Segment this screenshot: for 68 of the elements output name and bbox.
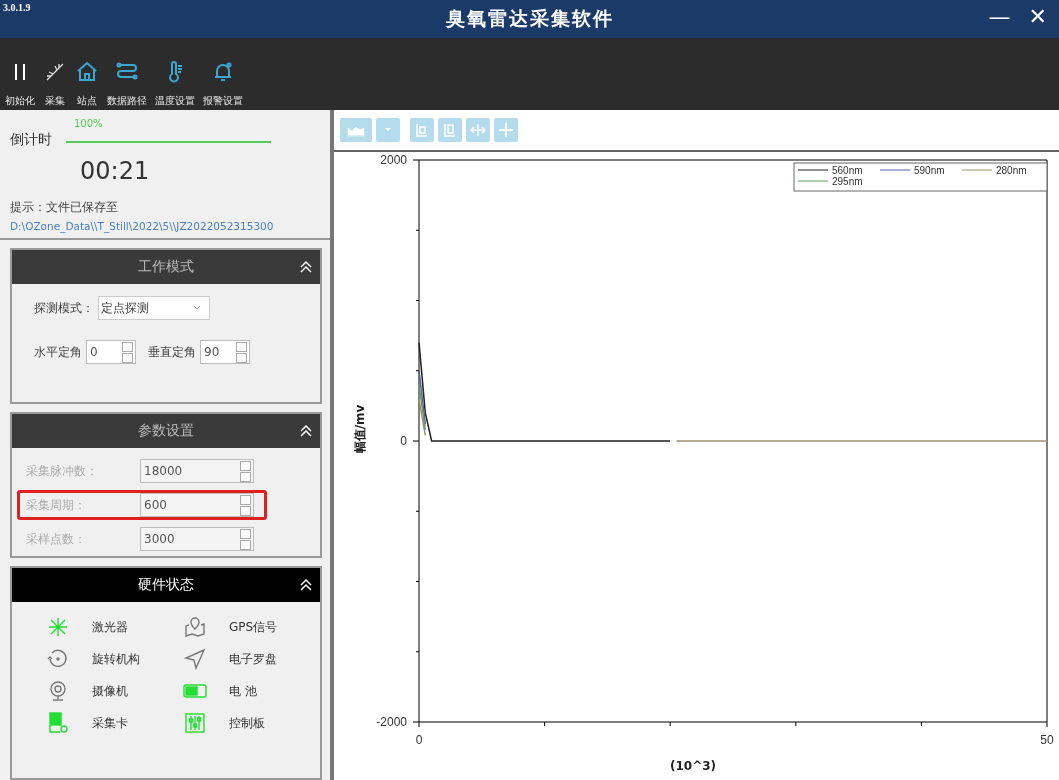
field-label: 探测模式：: [34, 299, 94, 317]
pan-icon: [470, 122, 486, 138]
countdown-time: 00:21: [79, 157, 151, 185]
legend-label: 295nm: [832, 176, 863, 187]
crosshair-icon: [498, 122, 514, 138]
file-path-link[interactable]: D:\OZone_Data\\T_Still\2022\5\\JZ2022052315300: [10, 220, 324, 232]
crosshair-button[interactable]: [494, 118, 518, 142]
hardware-label: 电 池: [229, 682, 257, 700]
number-field[interactable]: 0: [86, 340, 136, 364]
number-field[interactable]: 90: [200, 340, 250, 364]
section-header[interactable]: 参数设置: [12, 414, 320, 448]
collapse-icon[interactable]: [298, 259, 314, 275]
legend-item: 280nm: [961, 165, 1027, 176]
hardware-label: 旋转机构: [92, 650, 140, 668]
toolbar-button[interactable]: 温度设置: [152, 60, 198, 110]
spinner-icon[interactable]: [122, 341, 135, 363]
save-hint: 提示：文件已保存至: [10, 199, 119, 216]
zoom-box-icon: [442, 122, 458, 138]
section-header[interactable]: 工作模式: [12, 250, 320, 284]
field-label: 采样点数：: [26, 530, 87, 548]
hardware-label: 摄像机: [92, 682, 128, 700]
zoom-x-button[interactable]: [410, 118, 434, 142]
y-tick-label: 0: [400, 434, 407, 448]
minimize-button[interactable]: —: [982, 4, 1017, 29]
collapse-icon[interactable]: [298, 423, 314, 439]
toolbar-button[interactable]: 采集: [40, 60, 70, 110]
zoom-box-icon: [414, 122, 430, 138]
y-tick-label: 2000: [380, 153, 407, 167]
toolbar-button[interactable]: 报警设置: [200, 60, 246, 110]
legend-item: 590nm: [879, 165, 945, 176]
chart-type-button[interactable]: [340, 118, 372, 142]
hardware-label: GPS信号: [229, 618, 278, 636]
home-icon: [75, 60, 99, 84]
hardware-label: 采集卡: [92, 714, 128, 732]
legend-label: 590nm: [914, 165, 945, 176]
countdown-label: 倒计时: [10, 131, 52, 149]
legend-label: 560nm: [832, 165, 863, 176]
hardware-label: 激光器: [92, 618, 128, 636]
close-button[interactable]: ✕: [1022, 4, 1053, 29]
window-title: 臭氧雷达采集软件: [445, 7, 614, 31]
legend-item: 560nm: [797, 165, 863, 176]
y-axis-label: 幅值/mv: [353, 404, 367, 454]
hardware-label: 控制板: [229, 714, 265, 732]
progress-percent: 100%: [73, 118, 104, 129]
field-label: 采集脉冲数：: [26, 462, 99, 480]
toolbar-button[interactable]: 数据路径: [104, 60, 150, 110]
spinner-icon[interactable]: [236, 341, 249, 363]
x-tick-label: 0: [415, 733, 423, 747]
caret-icon: [384, 127, 392, 133]
field-label: 垂直定角: [148, 343, 196, 361]
field-label: 采集周期：: [26, 496, 87, 514]
zoom-y-button[interactable]: [438, 118, 462, 142]
legend-item: 295nm: [797, 176, 863, 187]
mode-dropdown[interactable]: 定点探测: [98, 296, 210, 320]
version-label: 3.0.1.9: [3, 2, 31, 13]
collapse-icon[interactable]: [298, 577, 314, 593]
legend-label: 280nm: [996, 165, 1027, 176]
y-tick-label: -2000: [376, 715, 407, 729]
x-axis-label: (10^3): [669, 759, 717, 773]
dropdown-button[interactable]: [376, 118, 400, 142]
hardware-label: 电子罗盘: [229, 650, 277, 668]
toolbar-button[interactable]: 站点: [72, 60, 102, 110]
x-tick-label: 50: [1040, 733, 1054, 747]
section-header[interactable]: 硬件状态: [12, 568, 320, 602]
caret-icon: [193, 305, 201, 311]
pan-x-button[interactable]: [466, 118, 490, 142]
toolbar-button[interactable]: 初始化: [2, 60, 38, 110]
field-label: 水平定角: [34, 343, 82, 361]
